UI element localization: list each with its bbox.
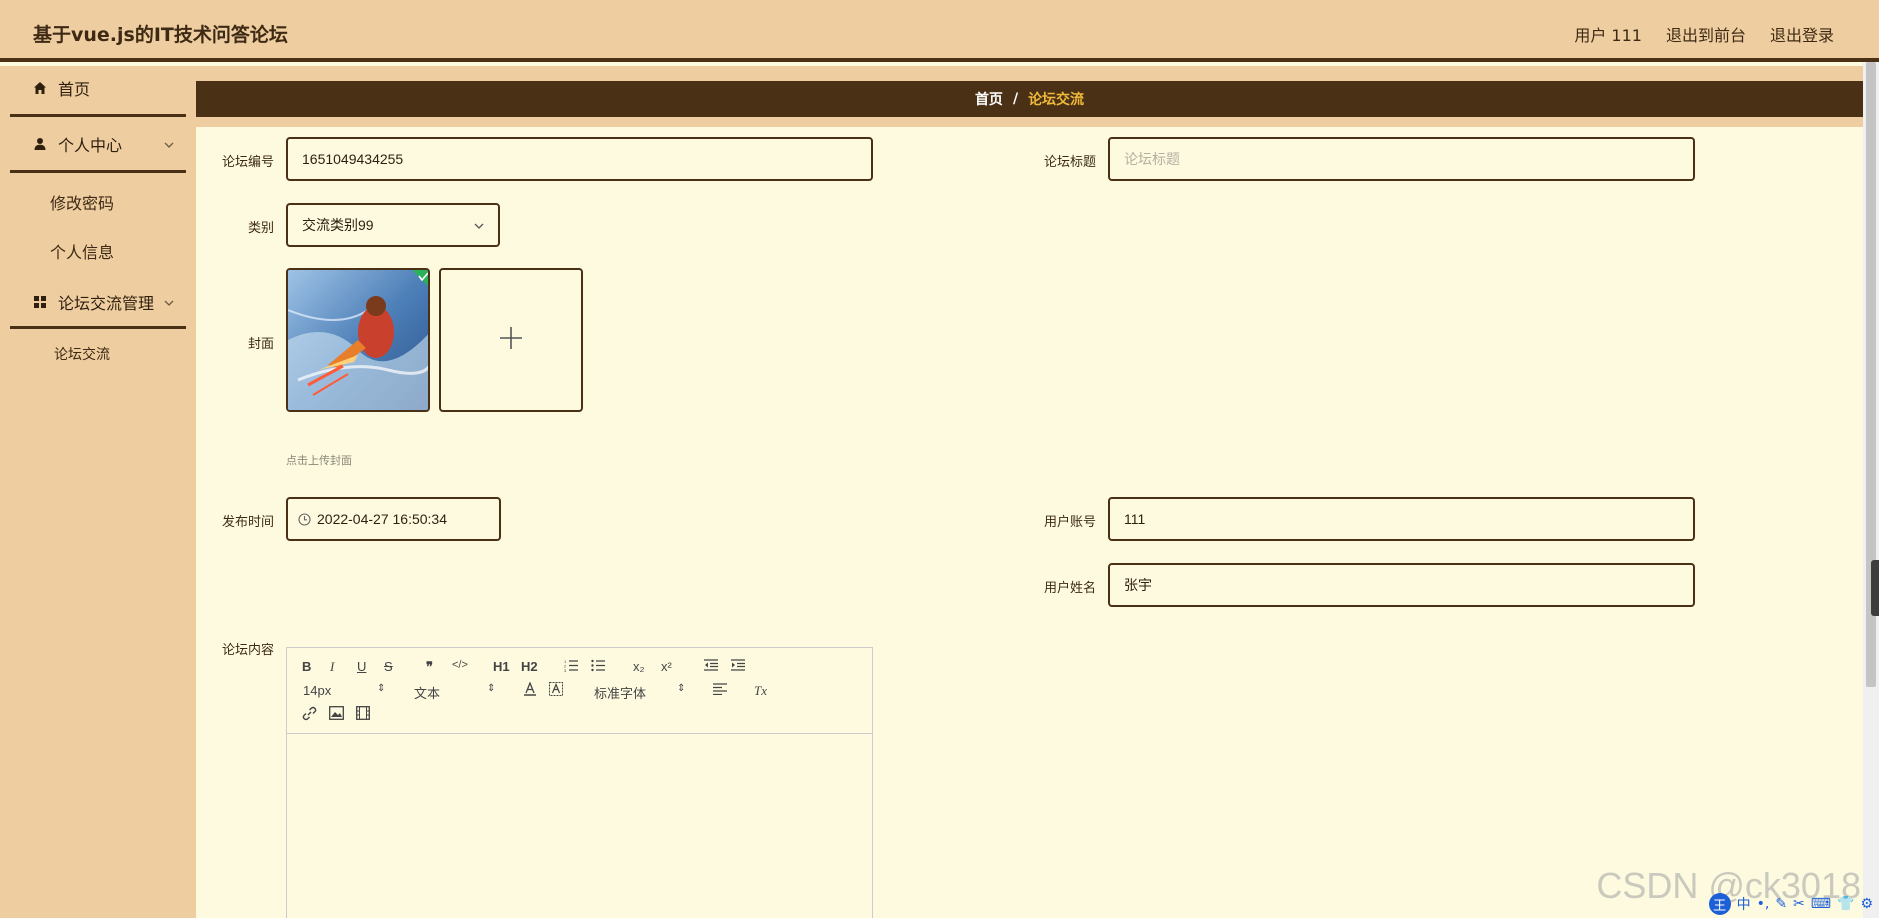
rich-text-editor: B I U S ❞ </> H1 H2 123 x₂ x² 14px ⇕ 文本 … xyxy=(286,647,873,918)
shirt-icon[interactable]: 👕 xyxy=(1837,896,1854,912)
updown-icon: ⇕ xyxy=(487,683,496,694)
name-label: 用户姓名 xyxy=(1043,581,1096,596)
sidebar-item-personal-info[interactable]: 个人信息 xyxy=(50,239,114,263)
h1-button[interactable]: H1 xyxy=(493,659,510,674)
pen-icon[interactable]: ✎ xyxy=(1775,896,1787,912)
account-label: 用户账号 xyxy=(1043,515,1096,530)
video-icon[interactable] xyxy=(356,706,370,723)
font-color-icon[interactable] xyxy=(523,681,537,699)
app-title: 基于vue.js的IT技术问答论坛 xyxy=(33,24,288,46)
blockquote-button[interactable]: ❞ xyxy=(426,659,433,675)
updown-icon: ⇕ xyxy=(677,683,686,694)
align-icon[interactable] xyxy=(713,683,727,698)
punctuation-icon[interactable]: •, xyxy=(1757,896,1770,912)
image-icon[interactable] xyxy=(329,706,344,723)
cover-image[interactable] xyxy=(286,268,430,412)
sidebar-item-home[interactable]: 首页 xyxy=(10,76,186,100)
font-size-select[interactable]: 14px xyxy=(303,683,331,698)
breadcrumb-spacer xyxy=(196,117,1863,127)
bullet-list-icon[interactable] xyxy=(591,659,605,675)
grid-icon xyxy=(32,294,48,310)
updown-icon: ⇕ xyxy=(377,683,386,694)
publish-time-value: 2022-04-27 16:50:34 xyxy=(317,511,447,527)
superscript-button[interactable]: x² xyxy=(661,659,672,674)
plus-icon xyxy=(498,325,524,355)
forum-title-input[interactable]: 论坛标题 xyxy=(1108,137,1695,181)
editor-toolbar: B I U S ❞ </> H1 H2 123 x₂ x² 14px ⇕ 文本 … xyxy=(287,648,872,734)
publish-time-label: 发布时间 xyxy=(221,515,274,530)
category-label: 类别 xyxy=(247,221,274,236)
breadcrumb: 首页 / 论坛交流 xyxy=(196,81,1863,117)
ime-toolbar: 王 中 •, ✎ ✂ ⌨ 👕 ⚙ xyxy=(1708,893,1873,915)
keyboard-icon[interactable]: ⌨ xyxy=(1811,896,1831,912)
upload-cover-tip: 点击上传封面 xyxy=(286,454,352,467)
sidebar-item-forum-management[interactable]: 论坛交流管理 xyxy=(10,290,186,314)
current-user-label: 用户 111 xyxy=(1574,26,1642,45)
chevron-down-icon xyxy=(472,219,486,233)
sidebar-item-change-password[interactable]: 修改密码 xyxy=(50,190,114,214)
h2-button[interactable]: H2 xyxy=(521,659,538,674)
account-input[interactable]: 111 xyxy=(1108,497,1695,541)
breadcrumb-current: 论坛交流 xyxy=(1028,92,1085,108)
side-panel-handle[interactable] xyxy=(1871,560,1879,616)
content-label: 论坛内容 xyxy=(221,643,274,658)
sidebar-item-personal-center[interactable]: 个人中心 xyxy=(10,132,186,156)
background-color-icon[interactable] xyxy=(549,682,563,699)
sidebar-item-label: 个人中心 xyxy=(58,136,123,155)
scissors-icon[interactable]: ✂ xyxy=(1793,896,1805,912)
category-select[interactable]: 交流类别99 xyxy=(286,203,500,247)
sidebar: 首页 个人中心 修改密码 个人信息 论坛交流管理 论坛交流 xyxy=(0,66,196,918)
ordered-list-icon[interactable]: 123 xyxy=(564,659,578,675)
category-selected-value: 交流类别99 xyxy=(302,217,374,233)
top-header: 基于vue.js的IT技术问答论坛 用户 111 退出到前台 退出登录 xyxy=(0,0,1879,62)
sidebar-divider xyxy=(10,170,186,173)
clock-icon xyxy=(298,512,311,526)
italic-button[interactable]: I xyxy=(330,659,334,675)
home-icon xyxy=(32,80,48,96)
strike-button[interactable]: S xyxy=(384,659,393,674)
sidebar-divider xyxy=(10,114,186,117)
clear-format-button[interactable]: Tx xyxy=(754,683,767,699)
breadcrumb-spacer xyxy=(196,66,1863,81)
user-icon xyxy=(32,136,48,152)
forum-no-label: 论坛编号 xyxy=(221,155,274,170)
back-to-front-link[interactable]: 退出到前台 xyxy=(1666,22,1746,46)
upload-cover-button[interactable] xyxy=(439,268,583,412)
sidebar-divider xyxy=(10,326,186,329)
code-block-button[interactable]: </> xyxy=(452,659,468,671)
outdent-icon[interactable] xyxy=(704,659,718,674)
ime-logo[interactable]: 王 xyxy=(1708,893,1731,915)
sidebar-item-label: 首页 xyxy=(58,80,91,99)
gear-icon[interactable]: ⚙ xyxy=(1860,896,1873,912)
publish-time-input[interactable]: 2022-04-27 16:50:34 xyxy=(286,497,501,541)
page-scrollbar[interactable] xyxy=(1863,62,1879,918)
ime-mode[interactable]: 中 xyxy=(1737,894,1751,914)
bold-button[interactable]: B xyxy=(302,659,311,674)
sidebar-item-label: 论坛交流管理 xyxy=(58,294,155,313)
logout-link[interactable]: 退出登录 xyxy=(1770,22,1834,46)
chevron-down-icon xyxy=(162,295,176,309)
forum-no-input[interactable]: 1651049434255 xyxy=(286,137,873,181)
forum-title-label: 论坛标题 xyxy=(1043,155,1096,170)
indent-icon[interactable] xyxy=(731,659,745,674)
cover-label: 封面 xyxy=(247,337,274,352)
header-links: 用户 111 退出到前台 退出登录 xyxy=(1574,22,1834,46)
font-family-select[interactable]: 标准字体 xyxy=(594,683,646,702)
paragraph-select[interactable]: 文本 xyxy=(414,683,440,702)
name-input[interactable]: 张宇 xyxy=(1108,563,1695,607)
link-icon[interactable] xyxy=(302,706,317,724)
underline-button[interactable]: U xyxy=(357,659,366,674)
subscript-button[interactable]: x₂ xyxy=(633,659,645,674)
chevron-down-icon xyxy=(162,137,176,151)
editor-content-area[interactable] xyxy=(287,734,872,918)
sidebar-item-forum-exchange[interactable]: 论坛交流 xyxy=(54,344,110,364)
breadcrumb-separator: / xyxy=(1012,91,1019,107)
breadcrumb-home[interactable]: 首页 xyxy=(975,89,1003,109)
svg-text:3: 3 xyxy=(564,668,567,672)
